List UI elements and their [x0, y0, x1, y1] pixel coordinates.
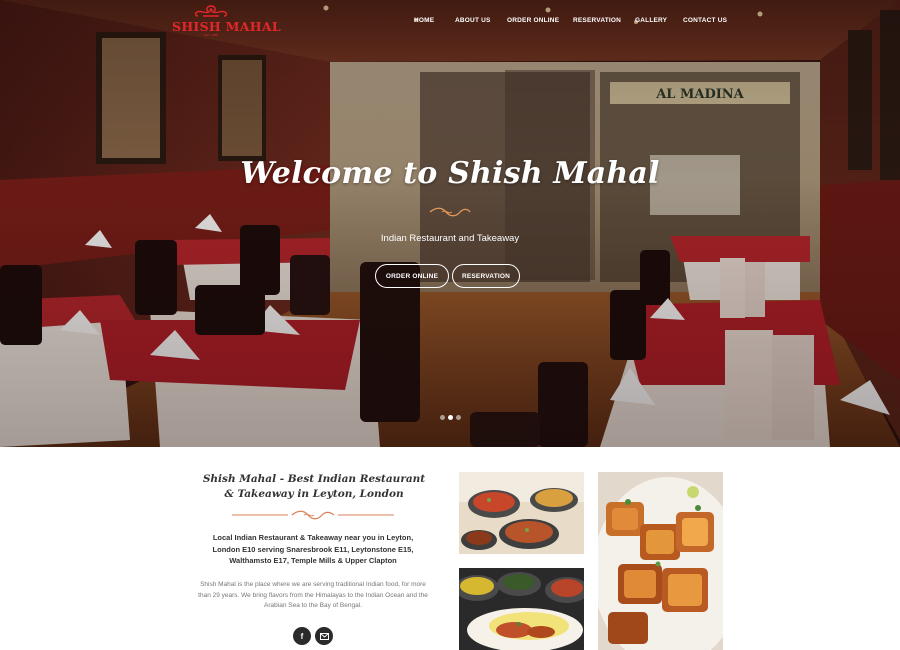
intro-lead-text: Local Indian Restaurant & Takeaway near …: [212, 533, 414, 565]
intro-body-text: Shish Mahal is the place where we are se…: [198, 581, 428, 609]
flourish-divider-icon: [429, 207, 471, 217]
main-menu: HOME ABOUT US ORDER ONLINE RESERVATION G…: [0, 17, 900, 29]
nav-home[interactable]: HOME: [414, 17, 434, 24]
food-photo-paneer-tikka: [598, 472, 723, 650]
nav-contact-us[interactable]: CONTACT US: [683, 17, 727, 24]
facebook-button[interactable]: f: [293, 627, 311, 645]
food-photo-curry-plate: [459, 568, 584, 650]
flourish-divider-icon: [232, 510, 394, 520]
slide-dot-1[interactable]: [440, 415, 445, 420]
slider-dots: [440, 415, 462, 421]
hero-overlay: [0, 0, 900, 447]
top-navbar: SHISH MAHAL EST. 1988 HOME ABOUT US ORDE…: [0, 0, 900, 46]
reservation-button[interactable]: RESERVATION: [452, 264, 520, 288]
slide-dot-2[interactable]: [448, 415, 453, 420]
slide-dot-3[interactable]: [456, 415, 461, 420]
food-photo-curries: [459, 472, 584, 554]
hero-subtitle: Indian Restaurant and Takeaway: [380, 233, 520, 244]
nav-order-online[interactable]: ORDER ONLINE: [507, 17, 559, 24]
nav-about-us[interactable]: ABOUT US: [455, 17, 491, 24]
intro-heading: Shish Mahal - Best Indian Restaurant & T…: [202, 473, 426, 500]
intro-section: Shish Mahal - Best Indian Restaurant & T…: [0, 447, 900, 650]
email-icon: [319, 632, 329, 640]
facebook-icon: f: [300, 631, 304, 641]
hero-title: Welcome to Shish Mahal: [240, 156, 660, 191]
nav-reservation[interactable]: RESERVATION: [573, 17, 621, 24]
order-online-button[interactable]: ORDER ONLINE: [375, 264, 449, 288]
hero-slider: AL MADINA: [0, 0, 900, 447]
email-button[interactable]: [315, 627, 333, 645]
nav-gallery[interactable]: GALLERY: [635, 17, 667, 24]
